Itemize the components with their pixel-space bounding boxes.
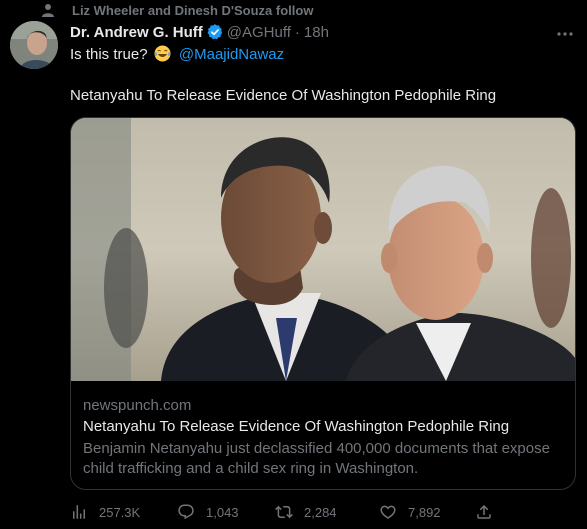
- reply-button[interactable]: 1,043: [177, 503, 239, 521]
- author-display-name[interactable]: Dr. Andrew G. Huff: [70, 24, 203, 41]
- share-icon: [477, 504, 491, 519]
- more-icon[interactable]: [555, 24, 575, 44]
- avatar[interactable]: [10, 21, 58, 69]
- views-count: 257.3K: [99, 504, 141, 520]
- social-context-text: Liz Wheeler and Dinesh D'Souza follow: [72, 3, 314, 18]
- person-icon: [42, 4, 54, 17]
- tweet-text-prefix: Is this true?: [70, 46, 148, 63]
- tweet-actions: 257.3K 1,043 2,284 7,892: [70, 503, 500, 523]
- like-count: 7,892: [408, 504, 441, 520]
- mention-link[interactable]: @MaajidNawaz: [179, 46, 284, 63]
- author-handle[interactable]: @AGHuff: [227, 24, 291, 41]
- views-icon: [73, 505, 85, 519]
- card-domain: newspunch.com: [83, 397, 192, 414]
- link-card[interactable]: newspunch.com Netanyahu To Release Evide…: [70, 117, 576, 490]
- tweet-header: Dr. Andrew G. Huff @AGHuff · 18h: [70, 23, 329, 41]
- timestamp[interactable]: 18h: [304, 24, 329, 41]
- views-button[interactable]: 257.3K: [70, 503, 140, 521]
- tweet-text: Is this true? @MaajidNawaz: [70, 45, 284, 65]
- retweet-button[interactable]: 2,284: [275, 503, 337, 521]
- retweet-count: 2,284: [304, 504, 337, 520]
- separator-dot: ·: [294, 23, 300, 41]
- retweet-icon: [275, 505, 293, 519]
- share-button[interactable]: [475, 503, 504, 521]
- card-image[interactable]: [71, 118, 575, 381]
- reply-icon: [178, 504, 194, 520]
- reply-count: 1,043: [206, 504, 239, 520]
- emoji-joy-icon: [154, 45, 171, 62]
- card-title: Netanyahu To Release Evidence Of Washing…: [83, 418, 510, 435]
- verified-icon[interactable]: [206, 23, 224, 41]
- social-context[interactable]: Liz Wheeler and Dinesh D'Souza follow: [42, 3, 314, 18]
- card-description: Benjamin Netanyahu just declassified 400…: [83, 440, 550, 477]
- like-icon: [380, 505, 396, 519]
- tweet-headline: Netanyahu To Release Evidence Of Washing…: [70, 87, 497, 104]
- like-button[interactable]: 7,892: [379, 503, 441, 521]
